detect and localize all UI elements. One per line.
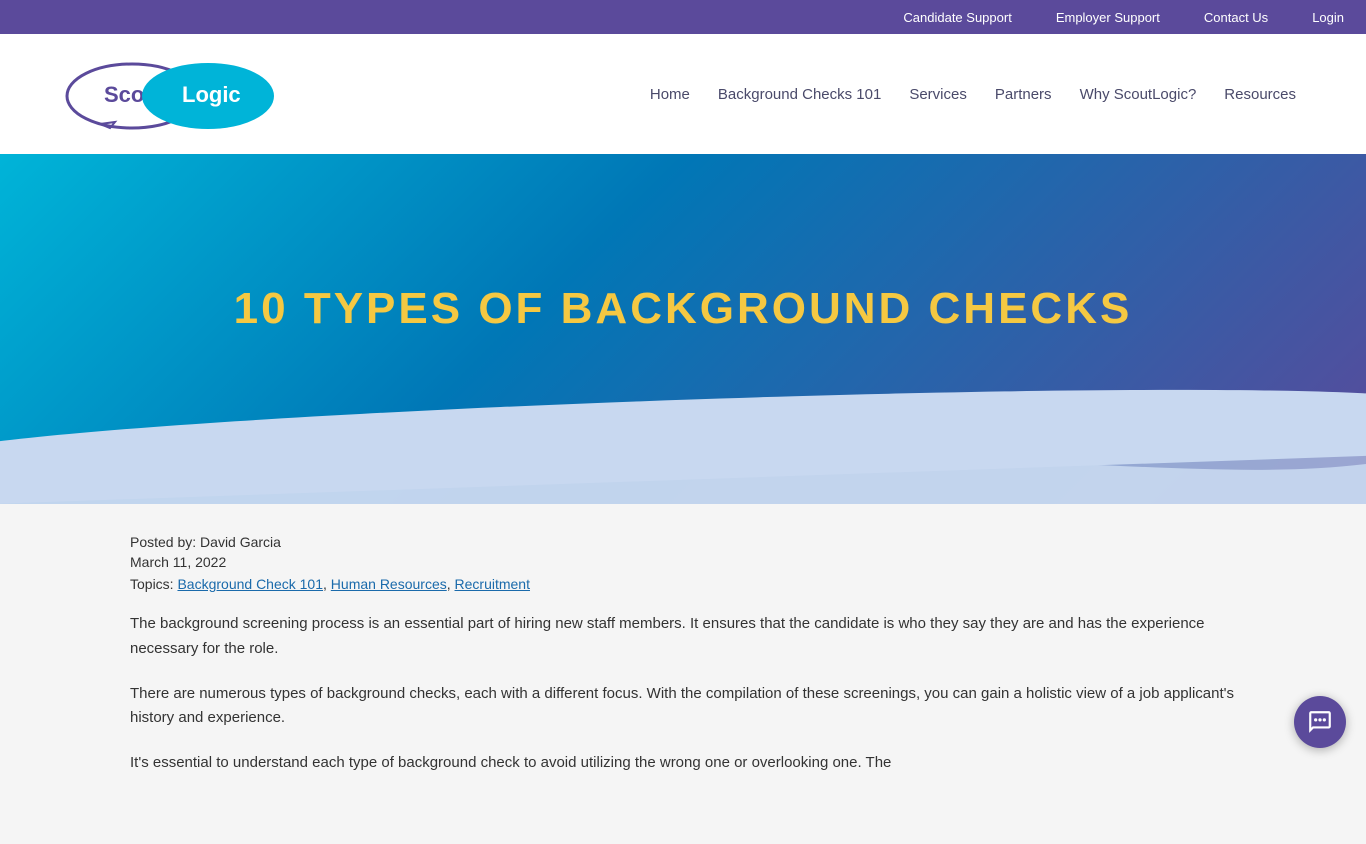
nav-why[interactable]: Why ScoutLogic? xyxy=(1070,80,1207,109)
post-topics: Topics: Background Check 101, Human Reso… xyxy=(130,576,1236,592)
main-header: Scout Logic Home Background Checks 101 S… xyxy=(0,34,1366,154)
paragraph-1: The background screening process is an e… xyxy=(130,612,1236,662)
main-nav: Home Background Checks 101 Services Part… xyxy=(640,80,1306,109)
top-bar: Candidate Support Employer Support Conta… xyxy=(0,0,1366,34)
candidate-support-link[interactable]: Candidate Support xyxy=(881,0,1033,34)
svg-text:Logic: Logic xyxy=(182,82,241,107)
paragraph-2: There are numerous types of background c… xyxy=(130,682,1236,732)
topic-hr[interactable]: Human Resources xyxy=(331,576,447,592)
contact-us-link[interactable]: Contact Us xyxy=(1182,0,1290,34)
logo[interactable]: Scout Logic xyxy=(60,54,280,134)
chat-icon xyxy=(1307,709,1333,735)
posted-by: Posted by: David Garcia xyxy=(130,534,1236,550)
nav-bg-checks[interactable]: Background Checks 101 xyxy=(708,80,891,109)
top-bar-links: Candidate Support Employer Support Conta… xyxy=(881,0,1366,34)
login-link[interactable]: Login xyxy=(1290,0,1366,34)
content-area: Posted by: David Garcia March 11, 2022 T… xyxy=(0,504,1366,844)
post-meta: Posted by: David Garcia March 11, 2022 T… xyxy=(130,534,1236,592)
topic-bg101[interactable]: Background Check 101 xyxy=(177,576,323,592)
hero-wave xyxy=(0,404,1366,504)
hero-section: 10 TYPES OF BACKGROUND CHECKS xyxy=(0,154,1366,504)
topics-label: Topics: xyxy=(130,576,174,592)
topic-recruitment[interactable]: Recruitment xyxy=(455,576,530,592)
nav-resources[interactable]: Resources xyxy=(1214,80,1306,109)
employer-support-link[interactable]: Employer Support xyxy=(1034,0,1182,34)
comma-2: , xyxy=(447,576,455,592)
paragraph-3: It's essential to understand each type o… xyxy=(130,751,1236,776)
comma-1: , xyxy=(323,576,331,592)
logo-svg: Scout Logic xyxy=(60,54,280,134)
post-date: March 11, 2022 xyxy=(130,554,1236,570)
post-body: The background screening process is an e… xyxy=(130,612,1236,776)
chat-button[interactable] xyxy=(1294,696,1346,748)
nav-home[interactable]: Home xyxy=(640,80,700,109)
nav-services[interactable]: Services xyxy=(899,80,977,109)
nav-partners[interactable]: Partners xyxy=(985,80,1062,109)
hero-title: 10 TYPES OF BACKGROUND CHECKS xyxy=(214,224,1153,374)
